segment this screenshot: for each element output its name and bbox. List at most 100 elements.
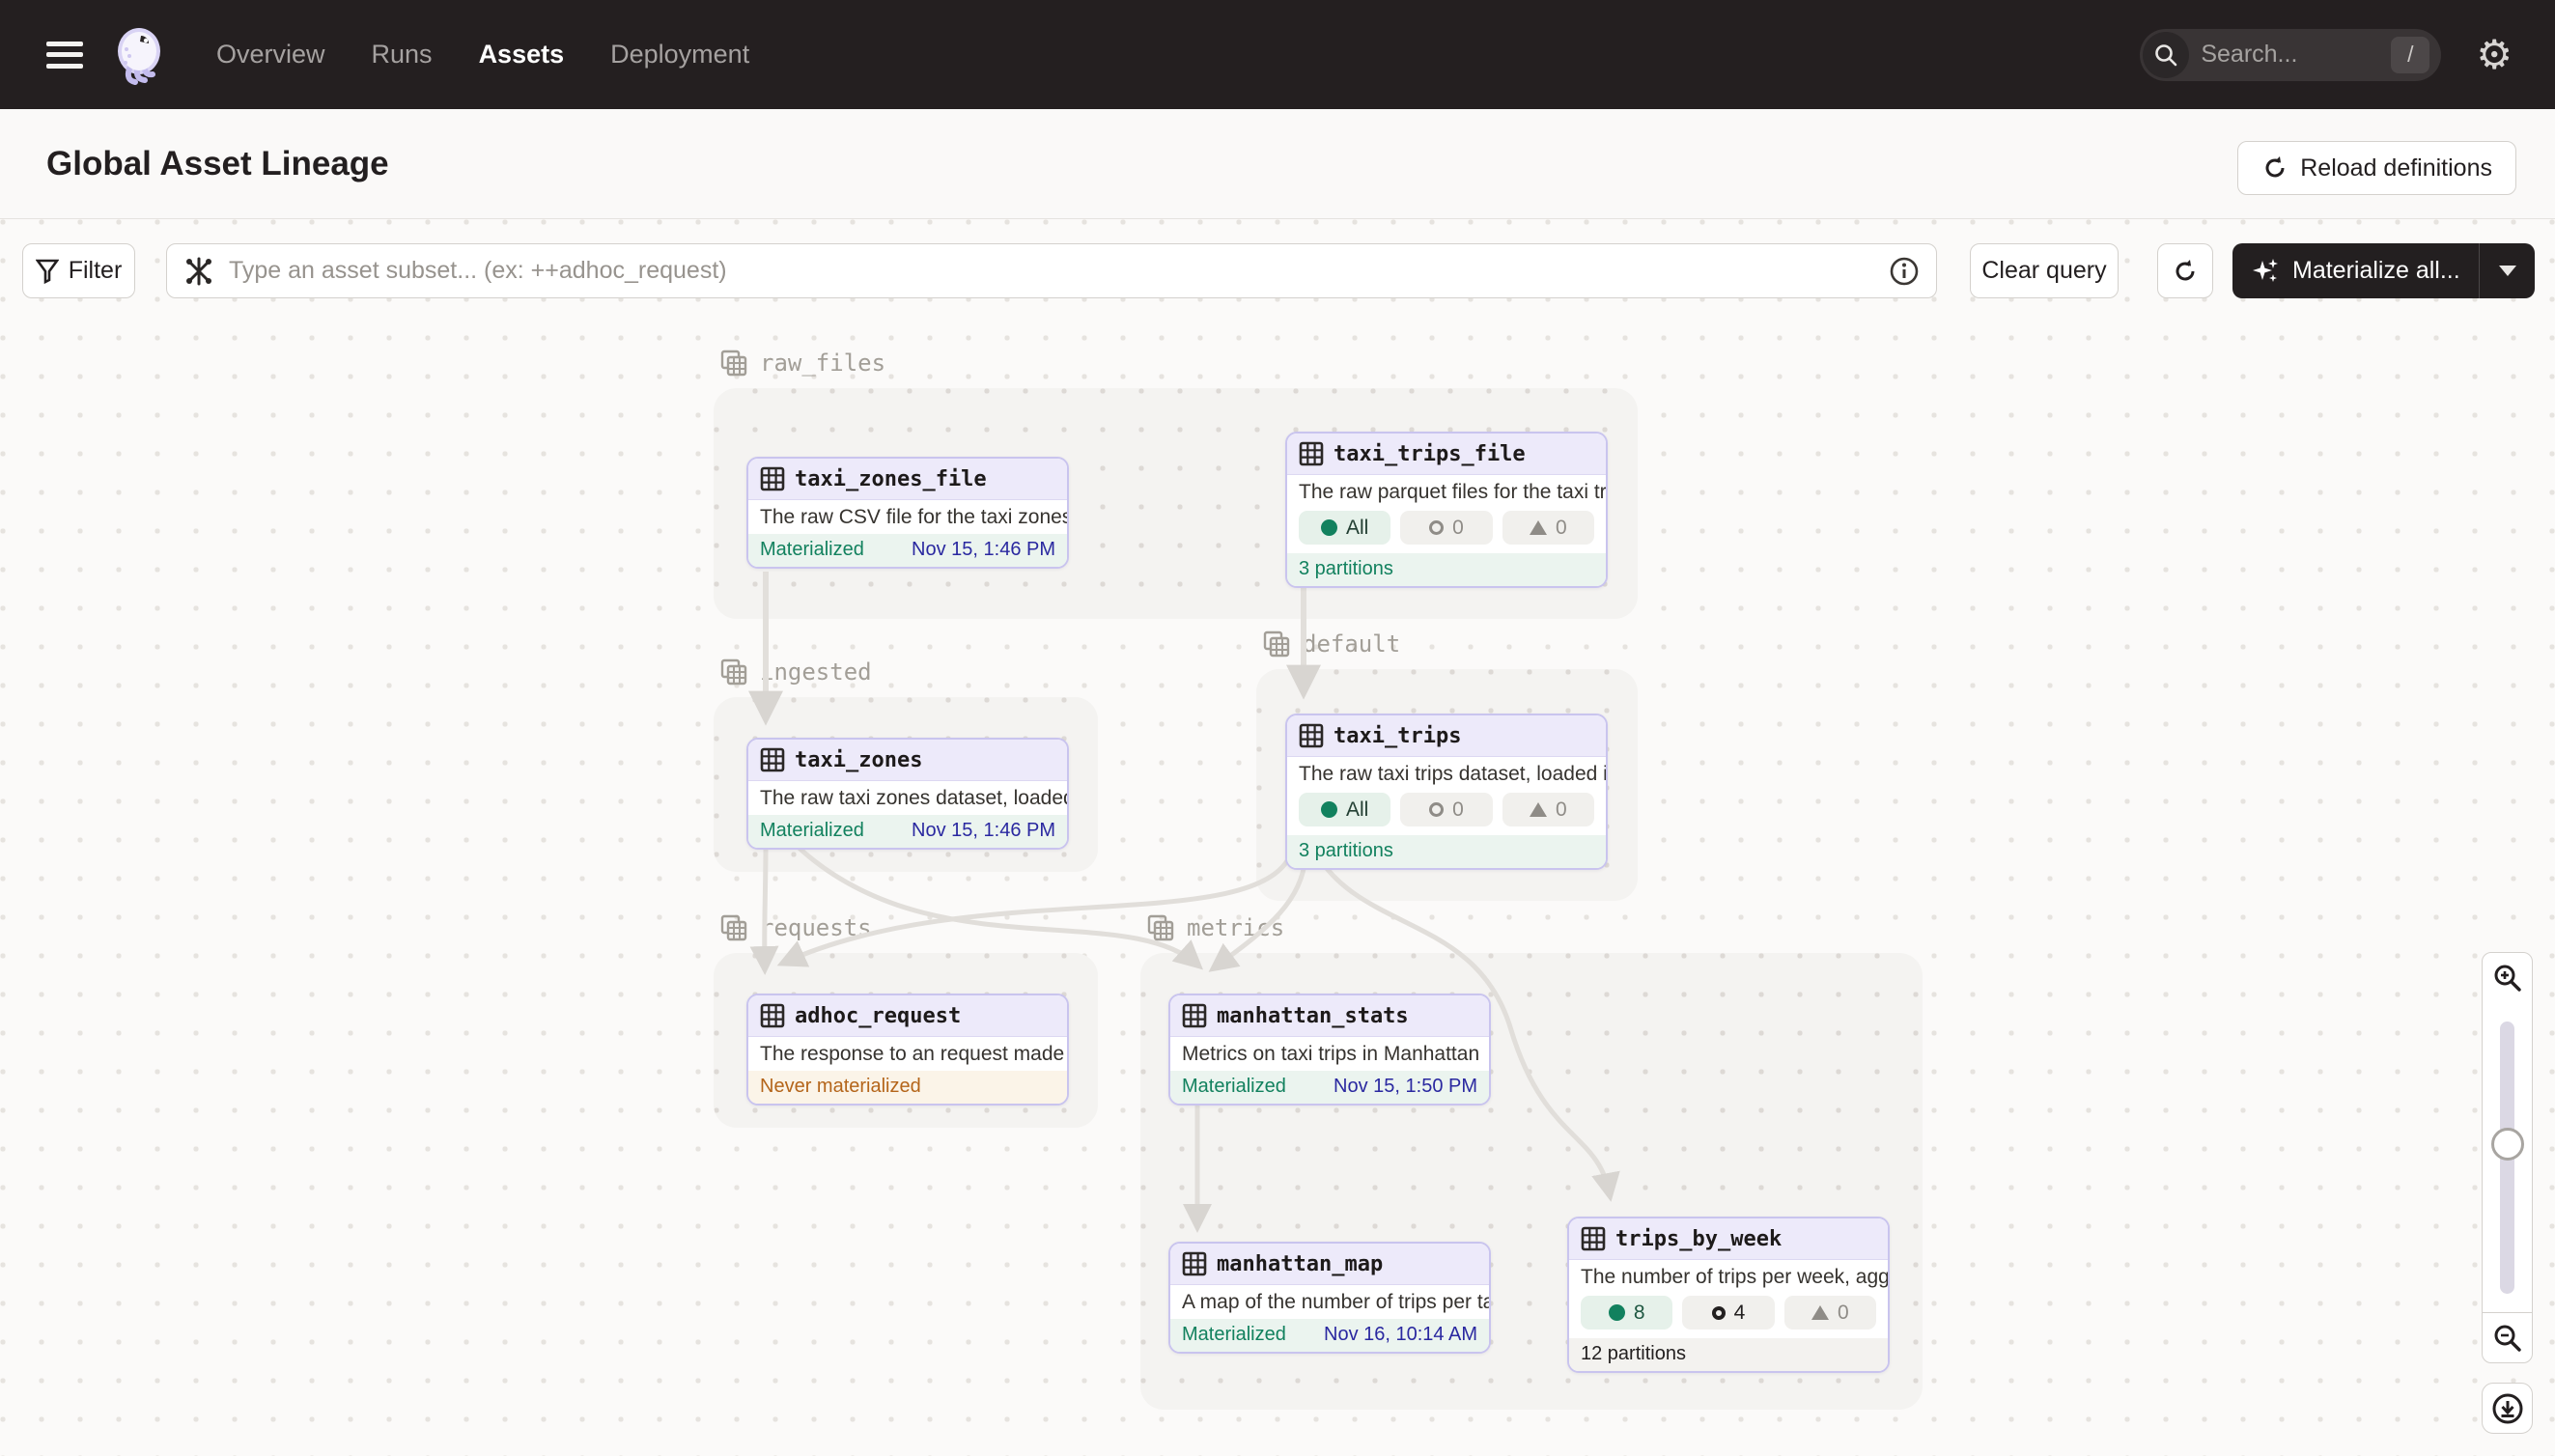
- asset-description: The raw CSV file for the taxi zones dat.…: [748, 500, 1067, 534]
- materialization-timestamp[interactable]: Nov 15, 1:46 PM: [912, 820, 1055, 842]
- global-search[interactable]: /: [2140, 29, 2441, 81]
- failed-triangle-icon: [1530, 520, 1547, 535]
- asset-name: manhattan_map: [1217, 1252, 1383, 1276]
- table-icon: [760, 466, 785, 491]
- partitions-missing-pill[interactable]: 4: [1682, 1296, 1774, 1330]
- asset-node-trips-by-week[interactable]: trips_by_week The number of trips per we…: [1567, 1217, 1890, 1373]
- asset-group-icon: [719, 658, 748, 686]
- zoom-out-icon: [2492, 1323, 2523, 1354]
- partitions-materialized-pill[interactable]: 8: [1581, 1296, 1672, 1330]
- asset-group-icon: [1146, 913, 1175, 942]
- zoom-out-button[interactable]: [2482, 1312, 2533, 1363]
- partitions-missing-pill[interactable]: 0: [1400, 511, 1492, 545]
- partitions-failed-pill[interactable]: 0: [1502, 793, 1594, 826]
- status-badge: Materialized: [1182, 1076, 1286, 1098]
- status-badge: Materialized: [760, 820, 864, 842]
- query-info-icon[interactable]: [1889, 256, 1920, 287]
- group-label-ingested[interactable]: ingested: [719, 658, 872, 686]
- slash-shortcut-badge: /: [2391, 37, 2429, 73]
- group-label-metrics[interactable]: metrics: [1146, 913, 1284, 942]
- sparkles-icon: [2252, 257, 2281, 286]
- missing-circle-icon: [1712, 1306, 1726, 1320]
- zoom-in-icon: [2492, 963, 2523, 994]
- asset-description: The raw taxi trips dataset, loaded into …: [1287, 757, 1606, 791]
- chevron-down-icon: [2499, 266, 2516, 276]
- missing-circle-icon: [1429, 520, 1444, 535]
- zoom-in-button[interactable]: [2482, 952, 2533, 1003]
- failed-triangle-icon: [1811, 1305, 1829, 1320]
- table-icon: [1182, 1003, 1207, 1028]
- asset-name: taxi_trips: [1334, 724, 1461, 748]
- table-icon: [1182, 1251, 1207, 1276]
- asset-node-adhoc-request[interactable]: adhoc_request The response to an request…: [746, 994, 1069, 1106]
- nav-assets[interactable]: Assets: [479, 40, 565, 70]
- partitions-missing-pill[interactable]: 0: [1400, 793, 1492, 826]
- missing-circle-icon: [1429, 802, 1444, 817]
- materialize-all-button[interactable]: Materialize all...: [2232, 243, 2535, 298]
- nav-overview[interactable]: Overview: [216, 40, 325, 70]
- zoom-slider[interactable]: [2482, 1002, 2533, 1313]
- asset-name: taxi_trips_file: [1334, 442, 1526, 466]
- asset-node-taxi-trips-file[interactable]: taxi_trips_file The raw parquet files fo…: [1285, 432, 1608, 588]
- group-label-default[interactable]: default: [1262, 630, 1400, 658]
- partitions-materialized-pill[interactable]: All: [1299, 511, 1390, 545]
- refresh-button[interactable]: [2157, 243, 2213, 298]
- materialization-timestamp[interactable]: Nov 15, 1:50 PM: [1334, 1076, 1477, 1098]
- menu-icon[interactable]: [46, 42, 83, 69]
- top-nav: Overview Runs Assets Deployment / ⚙: [0, 0, 2555, 109]
- partitions-failed-pill[interactable]: 0: [1502, 511, 1594, 545]
- reload-definitions-button[interactable]: Reload definitions: [2237, 141, 2516, 195]
- dagster-logo-icon[interactable]: [110, 24, 172, 86]
- search-input[interactable]: [2201, 41, 2355, 69]
- asset-description: The raw parquet files for the taxi trips…: [1287, 475, 1606, 509]
- materialization-timestamp[interactable]: Nov 15, 1:46 PM: [912, 539, 1055, 561]
- search-icon: [2143, 32, 2189, 78]
- nav-deployment[interactable]: Deployment: [610, 40, 749, 70]
- asset-node-taxi-trips[interactable]: taxi_trips The raw taxi trips dataset, l…: [1285, 714, 1608, 870]
- materialization-timestamp[interactable]: Nov 16, 10:14 AM: [1324, 1324, 1477, 1346]
- group-label-requests[interactable]: requests: [719, 913, 872, 942]
- asset-description: The raw taxi zones dataset, loaded int..…: [748, 781, 1067, 815]
- nav-runs[interactable]: Runs: [372, 40, 433, 70]
- partitions-count: 3 partitions: [1299, 558, 1393, 580]
- filter-funnel-icon: [36, 259, 59, 284]
- download-image-button[interactable]: [2482, 1383, 2533, 1434]
- zoom-slider-handle[interactable]: [2491, 1128, 2524, 1161]
- materialize-dropdown-toggle[interactable]: [2479, 243, 2535, 298]
- asset-query: [166, 243, 1937, 298]
- reload-icon: [2261, 154, 2288, 182]
- partitions-failed-pill[interactable]: 0: [1784, 1296, 1876, 1330]
- page-header: Global Asset Lineage Reload definitions: [0, 109, 2555, 219]
- status-badge: Materialized: [1182, 1324, 1286, 1346]
- asset-group-icon: [1262, 630, 1291, 658]
- asset-description: The number of trips per week, aggreg...: [1569, 1260, 1888, 1294]
- nav-links: Overview Runs Assets Deployment: [216, 40, 749, 70]
- table-icon: [1581, 1226, 1606, 1251]
- table-icon: [760, 1003, 785, 1028]
- asset-graph-icon: [183, 256, 214, 287]
- download-icon: [2491, 1392, 2524, 1425]
- asset-description: The response to an request made in th...: [748, 1037, 1067, 1071]
- lineage-canvas[interactable]: Filter Clear query: [0, 219, 2555, 1456]
- status-badge: Materialized: [760, 539, 864, 561]
- table-icon: [1299, 723, 1324, 748]
- group-label-raw-files[interactable]: raw_files: [719, 349, 885, 378]
- materialized-dot-icon: [1321, 519, 1337, 536]
- asset-node-taxi-zones-file[interactable]: taxi_zones_file The raw CSV file for the…: [746, 457, 1069, 569]
- asset-query-input[interactable]: [166, 243, 1937, 298]
- asset-node-manhattan-stats[interactable]: manhattan_stats Metrics on taxi trips in…: [1168, 994, 1491, 1106]
- settings-gear-icon[interactable]: ⚙: [2476, 35, 2513, 75]
- asset-node-manhattan-map[interactable]: manhattan_map A map of the number of tri…: [1168, 1242, 1491, 1354]
- table-icon: [760, 747, 785, 772]
- asset-node-taxi-zones[interactable]: taxi_zones The raw taxi zones dataset, l…: [746, 738, 1069, 850]
- asset-description: Metrics on taxi trips in Manhattan: [1170, 1037, 1489, 1071]
- clear-query-button[interactable]: Clear query: [1970, 243, 2119, 298]
- status-badge: Never materialized: [760, 1076, 921, 1098]
- partitions-materialized-pill[interactable]: All: [1299, 793, 1390, 826]
- filter-button[interactable]: Filter: [22, 243, 135, 298]
- materialized-dot-icon: [1609, 1304, 1625, 1321]
- refresh-icon: [2172, 258, 2199, 285]
- materialize-all-main[interactable]: Materialize all...: [2232, 257, 2479, 286]
- asset-description: A map of the number of trips per taxi z.…: [1170, 1285, 1489, 1319]
- table-icon: [1299, 441, 1324, 466]
